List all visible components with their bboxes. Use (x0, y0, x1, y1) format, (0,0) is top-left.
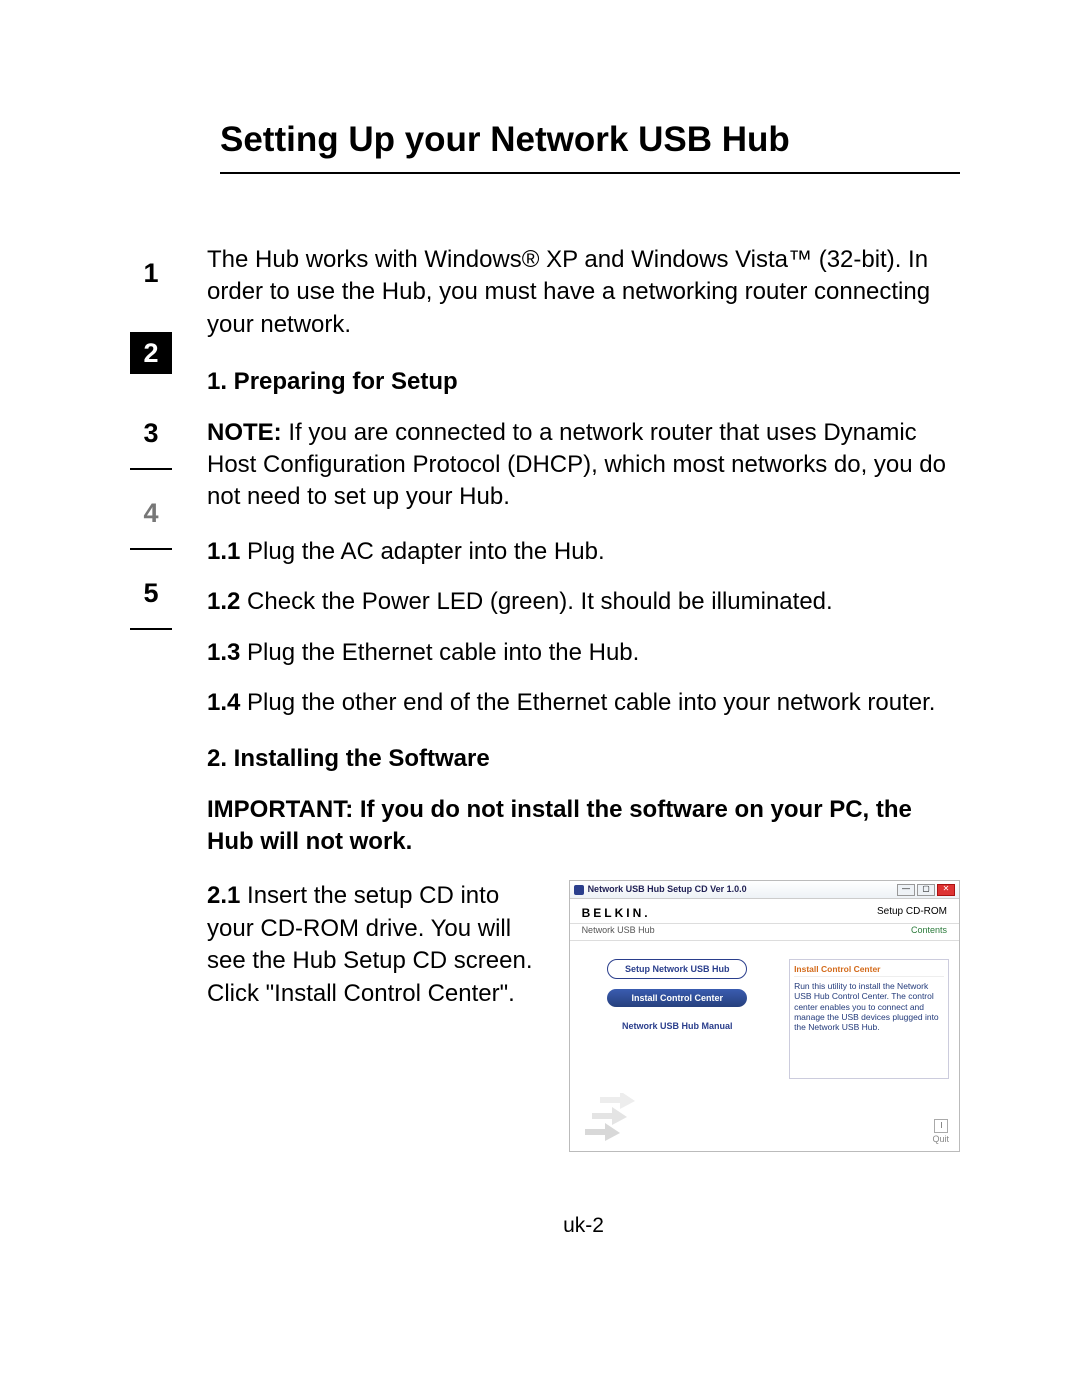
contents-link[interactable]: Contents (911, 924, 947, 936)
step-text: Plug the other end of the Ethernet cable… (240, 689, 935, 716)
install-control-center-button[interactable]: Install Control Center (607, 989, 747, 1007)
section2-heading: 2. Installing the Software (207, 743, 960, 775)
note-body: If you are connected to a network router… (207, 419, 946, 511)
window-title: Network USB Hub Setup CD Ver 1.0.0 (588, 883, 893, 895)
section-tab-1[interactable]: 1 (130, 252, 172, 294)
setup-cd-window: Network USB Hub Setup CD Ver 1.0.0 — ▢ ✕… (569, 880, 960, 1151)
section-tab-4[interactable]: 4 (130, 492, 172, 534)
quit-icon (934, 1119, 948, 1133)
setup-cdrom-label: Setup CD-ROM (877, 905, 947, 921)
section-tabs: 1 2 3 4 5 (130, 252, 172, 1240)
intro-paragraph: The Hub works with Windows® XP and Windo… (207, 244, 960, 341)
step-1-2: 1.2 Check the Power LED (green). It shou… (207, 586, 960, 618)
brand-logo: BELKIN. (582, 905, 651, 921)
note-prefix: NOTE: (207, 419, 282, 446)
step-1-1: 1.1 Plug the AC adapter into the Hub. (207, 536, 960, 568)
decorative-arrows-icon (580, 1093, 670, 1141)
setup-network-usb-hub-button[interactable]: Setup Network USB Hub (607, 959, 747, 979)
step-text: Plug the Ethernet cable into the Hub. (240, 639, 639, 666)
window-minimize-button[interactable]: — (897, 884, 915, 896)
quit-label: Quit (932, 1133, 949, 1145)
panel-body: Run this utility to install the Network … (794, 981, 944, 1032)
step-number: 1.4 (207, 689, 240, 716)
step-number: 2.1 (207, 882, 240, 909)
important-notice: IMPORTANT: If you do not install the sof… (207, 794, 960, 859)
page-title: Setting Up your Network USB Hub (220, 120, 960, 174)
section1-note: NOTE: If you are connected to a network … (207, 417, 960, 514)
section1-heading: 1. Preparing for Setup (207, 366, 960, 398)
section-tab-3[interactable]: 3 (130, 412, 172, 454)
network-usb-hub-manual-button[interactable]: Network USB Hub Manual (607, 1017, 747, 1035)
window-maximize-button[interactable]: ▢ (917, 884, 935, 896)
step-number: 1.2 (207, 588, 240, 615)
step-number: 1.1 (207, 538, 240, 565)
step-2-1: 2.1 Insert the setup CD into your CD-ROM… (207, 880, 539, 1010)
quit-button[interactable]: Quit (932, 1119, 949, 1145)
section-tab-2[interactable]: 2 (130, 332, 172, 374)
product-name: Network USB Hub (582, 924, 655, 936)
step-number: 1.3 (207, 639, 240, 666)
step-1-4: 1.4 Plug the other end of the Ethernet c… (207, 687, 960, 719)
window-close-button[interactable]: ✕ (937, 884, 955, 896)
step-1-3: 1.3 Plug the Ethernet cable into the Hub… (207, 637, 960, 669)
step-text: Check the Power LED (green). It should b… (240, 588, 832, 615)
window-titlebar[interactable]: Network USB Hub Setup CD Ver 1.0.0 — ▢ ✕ (570, 881, 959, 898)
step-text: Plug the AC adapter into the Hub. (240, 538, 604, 565)
main-content: The Hub works with Windows® XP and Windo… (207, 244, 960, 1240)
window-app-icon (574, 885, 584, 895)
panel-heading: Install Control Center (794, 964, 944, 977)
page-number: uk-2 (207, 1212, 960, 1240)
step-text: Insert the setup CD into your CD-ROM dri… (207, 882, 533, 1006)
section-tab-5[interactable]: 5 (130, 572, 172, 614)
